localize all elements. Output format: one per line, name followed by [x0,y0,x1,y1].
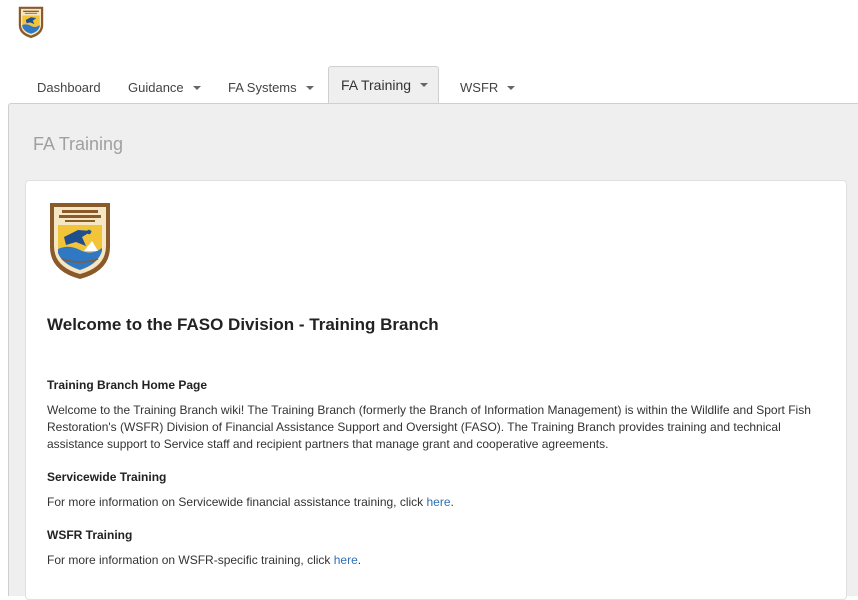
usfws-emblem-icon [50,203,110,279]
tab-fa-training[interactable]: FA Training [328,66,439,104]
caret-down-icon [192,85,201,90]
tab-dashboard[interactable]: Dashboard [37,66,101,104]
content-panel: FA Training Welcome to the FASO Division… [8,103,858,600]
wsfr-tail: . [357,553,362,567]
section-text-home: Welcome to the Training Branch wiki! The… [47,403,811,451]
page-title: FA Training [33,134,124,154]
tab-fa-systems[interactable]: FA Systems [228,66,314,104]
tab-fa-systems-label: FA Systems [228,80,297,95]
usfws-emblem-icon[interactable] [16,5,46,39]
tab-guidance-label: Guidance [128,80,184,95]
servicewide-text: For more information on Servicewide fina… [47,495,427,509]
content-card: Welcome to the FASO Division - Training … [25,180,847,600]
servicewide-tail: . [450,495,454,509]
wsfr-text: For more information on WSFR-specific tr… [47,553,334,567]
tab-wsfr[interactable]: WSFR [460,66,516,104]
section-text-servicewide: For more information on Servicewide fina… [47,494,827,511]
section-heading-home: Training Branch Home Page [47,378,208,392]
tab-guidance[interactable]: Guidance [128,66,201,104]
servicewide-training-link[interactable]: here [427,495,451,509]
section-heading-wsfr: WSFR Training [47,528,133,542]
tab-wsfr-label: WSFR [460,80,499,95]
main-nav: Dashboard Guidance FA Systems FA Trainin… [0,66,858,104]
caret-down-icon [420,83,429,88]
tab-fa-training-label: FA Training [341,77,412,93]
section-text-wsfr: For more information on WSFR-specific tr… [47,552,827,569]
section-heading-servicewide: Servicewide Training [47,470,167,484]
top-bar [0,0,858,60]
caret-down-icon [305,85,314,90]
welcome-heading: Welcome to the FASO Division - Training … [47,315,439,334]
caret-down-icon [507,85,516,90]
wsfr-training-link[interactable]: here [334,553,358,567]
tab-dashboard-label: Dashboard [37,80,101,95]
